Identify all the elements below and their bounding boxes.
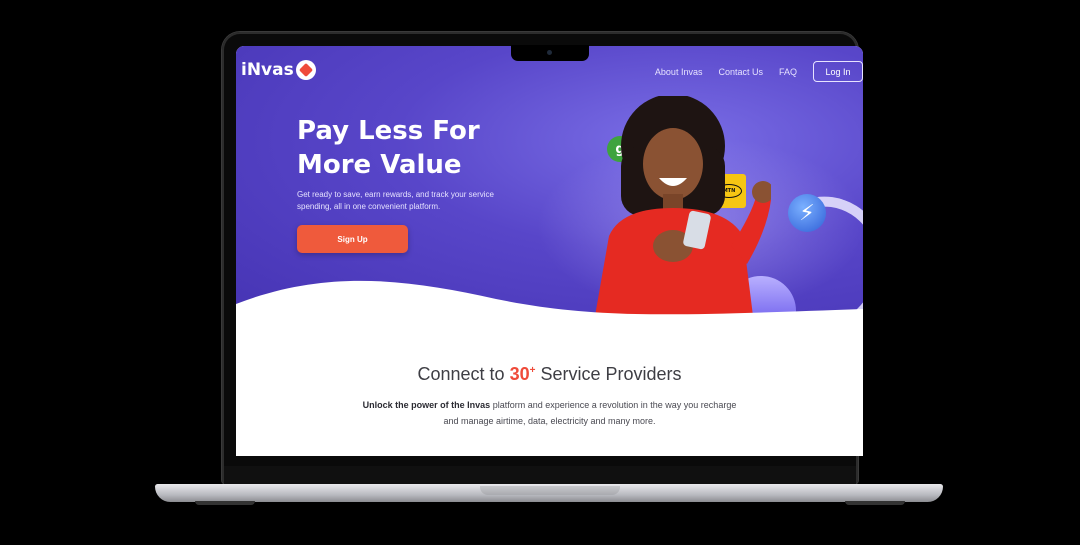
lightning-bolt-icon: ⚡ (788, 194, 826, 232)
laptop-foot-right (845, 501, 905, 505)
hero-subtext: Get ready to save, earn rewards, and tra… (297, 190, 494, 211)
laptop-screen: iNvas About Invas Contact Us FAQ Log In … (236, 46, 863, 456)
camera-notch (511, 45, 589, 61)
nav-link-contact[interactable]: Contact Us (718, 67, 763, 77)
camera-icon (547, 50, 552, 55)
providers-title-suffix: Service Providers (535, 364, 682, 384)
providers-title: Connect to 30+ Service Providers (236, 364, 863, 385)
top-nav: About Invas Contact Us FAQ Log In (655, 61, 863, 82)
sign-up-button[interactable]: Sign Up (297, 225, 408, 253)
providers-count: 30+ (509, 364, 536, 384)
login-button[interactable]: Log In (813, 61, 863, 82)
brand-logo-icon (295, 60, 316, 80)
laptop-base-groove (480, 486, 620, 495)
hero-section: iNvas About Invas Contact Us FAQ Log In … (236, 46, 863, 355)
nav-link-about[interactable]: About Invas (655, 67, 703, 77)
providers-description: Unlock the power of the Invas platform a… (356, 397, 743, 429)
providers-title-prefix: Connect to (417, 364, 510, 384)
hero-wave-divider (236, 280, 863, 334)
brand-logo-text: iNvas (241, 60, 294, 80)
laptop-bottom-bezel (224, 466, 856, 484)
nav-link-faq[interactable]: FAQ (779, 67, 797, 77)
hero-headline: Pay Less For More Value (297, 116, 480, 180)
laptop-foot-left (195, 501, 255, 505)
brand-logo[interactable]: iNvas (241, 60, 316, 80)
providers-description-bold: Unlock the power of the Invas (362, 400, 491, 410)
